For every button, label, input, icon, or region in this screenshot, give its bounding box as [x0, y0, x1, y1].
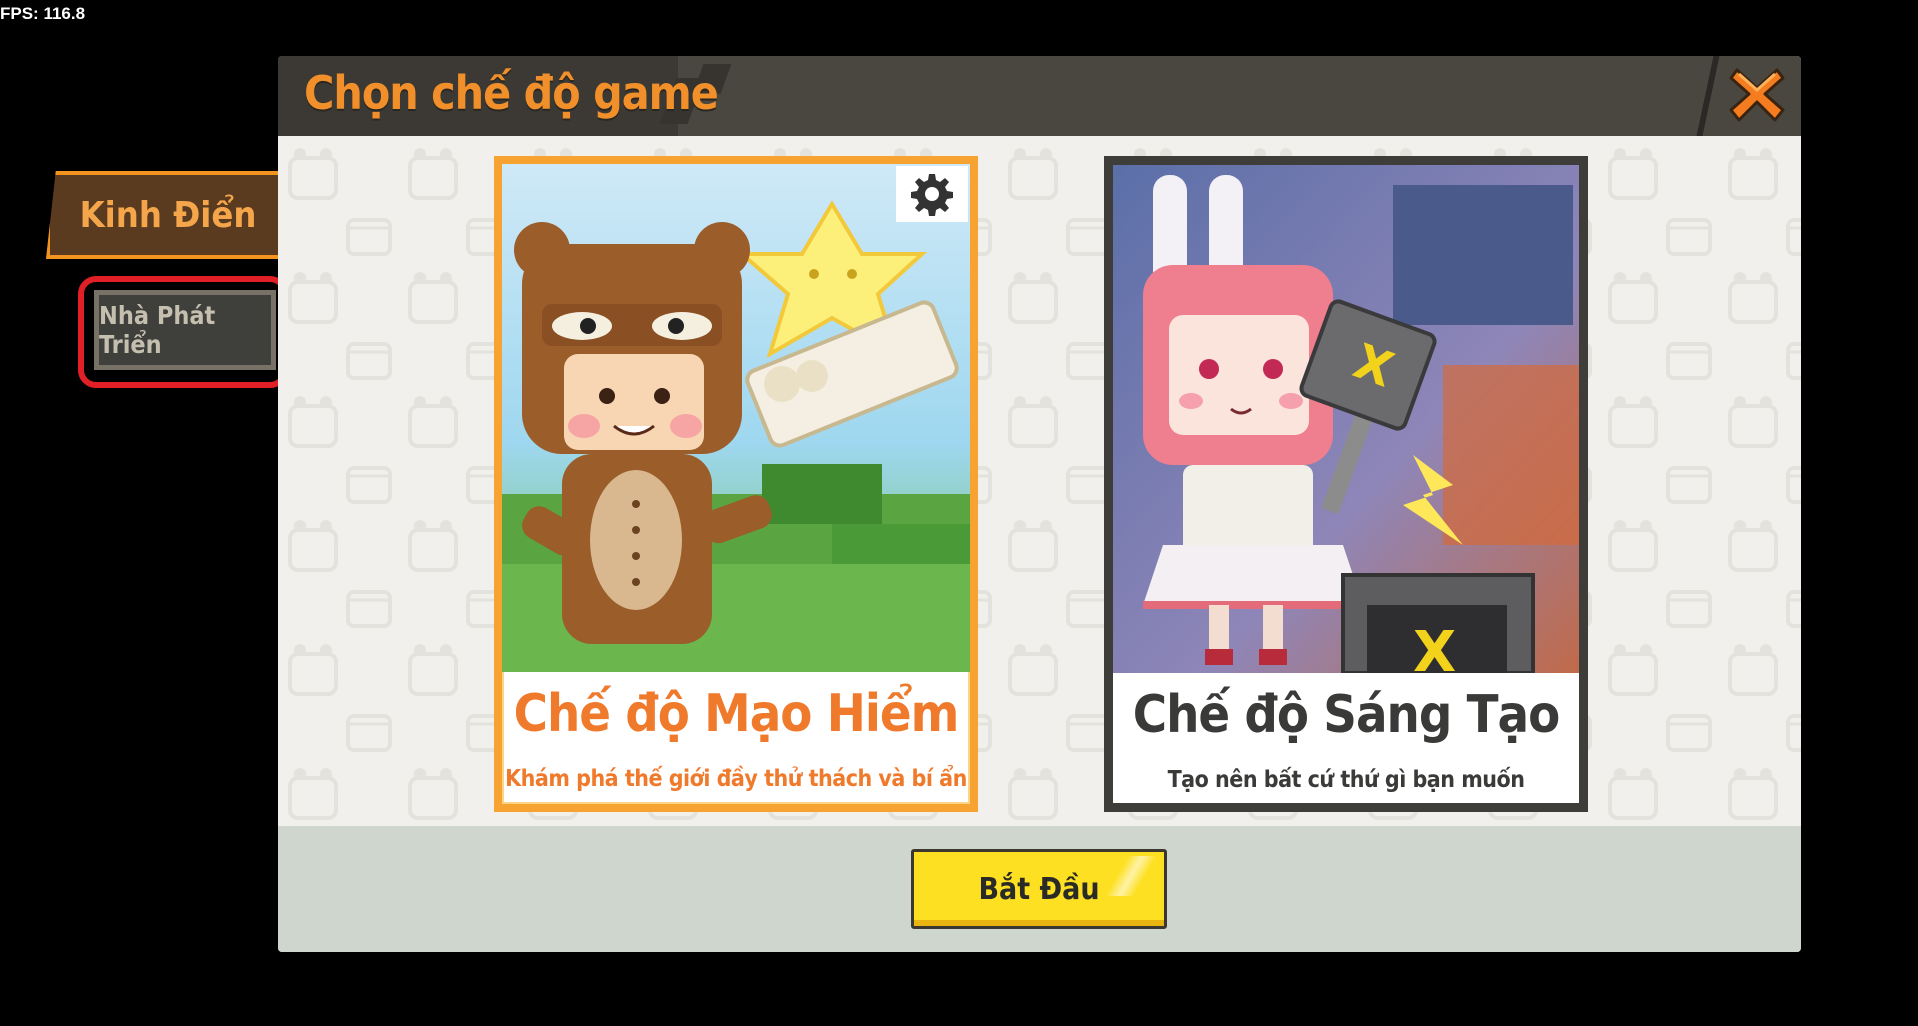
svg-text:X: X [1413, 620, 1456, 673]
fps-counter: FPS: 116.8 [0, 4, 86, 23]
header-edge [1696, 56, 1720, 136]
close-x-icon [1729, 68, 1785, 122]
dialog-title: Chọn chế độ game [304, 66, 719, 120]
start-button[interactable]: Bắt Đầu [911, 849, 1167, 929]
creative-mode-title: Chế độ Sáng Tạo [1132, 685, 1561, 745]
creative-mode-subtitle: Tạo nên bất cứ thứ gì bạn muốn [1167, 767, 1525, 793]
dialog-body: Chế độ Mạo Hiểm Khám phá thế giới đầy th… [278, 136, 1801, 826]
creative-mode-image: X X [1113, 165, 1579, 673]
adventure-artwork-image [502, 164, 970, 672]
tab-classic[interactable]: Kinh Điển [46, 171, 290, 259]
creative-artwork-image: X X [1113, 165, 1579, 673]
mode-card-creative[interactable]: X X Chế độ Sáng Tạo Tạo nên bất cứ thứ g… [1104, 156, 1588, 812]
start-button-label: Bắt Đầu [978, 871, 1100, 907]
gear-icon [911, 174, 953, 216]
highlight-annotation-box [78, 276, 288, 388]
dialog-header: Chọn chế độ game [278, 56, 1801, 136]
mode-card-adventure[interactable]: Chế độ Mạo Hiểm Khám phá thế giới đầy th… [494, 156, 978, 812]
adventure-mode-subtitle: Khám phá thế giới đầy thử thách và bí ẩn [505, 766, 967, 792]
adventure-settings-button[interactable] [896, 166, 968, 222]
mode-select-dialog: Chọn chế độ game Chế độ Mạo Hiểm Khám ph… [278, 56, 1801, 952]
adventure-mode-title: Chế độ Mạo Hiểm [513, 684, 960, 744]
button-shine [1106, 856, 1156, 896]
tab-classic-label: Kinh Điển [79, 194, 257, 236]
close-button[interactable] [1727, 64, 1787, 124]
adventure-mode-image [502, 164, 970, 672]
